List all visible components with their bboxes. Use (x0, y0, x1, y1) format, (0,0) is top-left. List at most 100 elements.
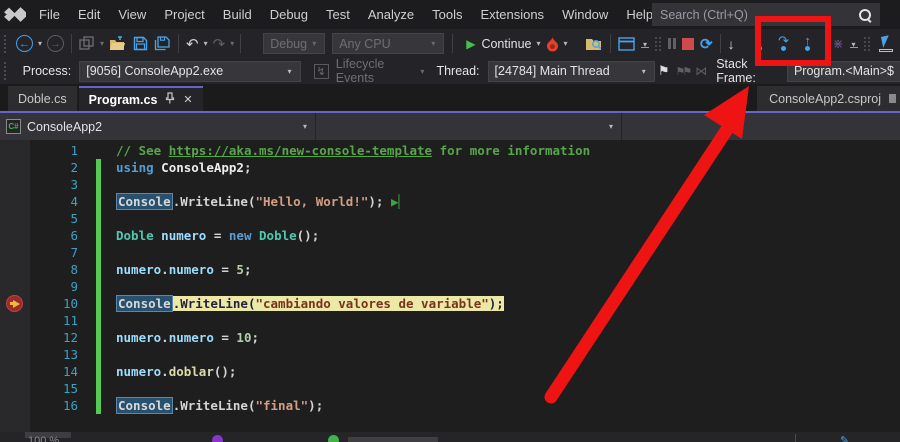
platform-caret-icon: ▾ (429, 39, 437, 48)
menu-test[interactable]: Test (317, 2, 359, 27)
save-all-button[interactable] (151, 31, 174, 57)
stack-frame-dropdown[interactable]: Program.<Main>$ (787, 61, 900, 82)
tab-doble-cs[interactable]: Doble.cs (8, 86, 77, 111)
code-text[interactable]: Console.WriteLine("Hello, World!"); ▶▏ (116, 193, 406, 210)
code-line[interactable]: 15 (0, 380, 900, 397)
code-line[interactable]: 16Console.WriteLine("final"); (0, 397, 900, 414)
solution-config-dropdown[interactable]: Debug ▾ (263, 33, 325, 54)
code-line[interactable]: 4Console.WriteLine("Hello, World!"); ▶▏ (0, 193, 900, 210)
code-line[interactable]: 11 (0, 312, 900, 329)
code-line[interactable]: 13 (0, 346, 900, 363)
code-text[interactable]: Console.WriteLine("final"); (116, 397, 323, 414)
menu-debug[interactable]: Debug (261, 2, 317, 27)
toolbar-grip[interactable] (4, 35, 9, 53)
menu-tools[interactable]: Tools (423, 2, 471, 27)
show-threads-button[interactable]: ⋇ (830, 31, 847, 57)
code-line[interactable]: 10Console.WriteLine("cambiando valores d… (0, 295, 900, 312)
code-line[interactable]: 12numero.numero = 10; (0, 329, 900, 346)
code-text[interactable]: numero.numero = 10; (116, 329, 259, 346)
menu-analyze[interactable]: Analyze (359, 2, 423, 27)
step-out-button[interactable]: ↑ (796, 31, 820, 57)
toolbar-overflow-button[interactable]: ▾ (638, 31, 652, 57)
type-dropdown[interactable]: ▾ (316, 113, 622, 140)
code-line[interactable]: 7 (0, 244, 900, 261)
undo-button[interactable]: ↶ (183, 31, 202, 57)
redo-button[interactable]: ↷ (210, 31, 229, 57)
menu-project[interactable]: Project (155, 2, 213, 27)
show-next-statement-button[interactable]: ↓ (725, 31, 738, 57)
menu-edit[interactable]: Edit (69, 2, 109, 27)
toolbar-overflow-button[interactable]: ▾ (847, 31, 861, 57)
continue-dropdown-caret-icon[interactable]: ▾ (535, 39, 543, 48)
step-into-button[interactable]: ↓ (748, 31, 772, 57)
thread-dropdown[interactable]: [24784] Main Thread ▾ (488, 61, 655, 82)
lifecycle-events-button[interactable]: ↯ (311, 58, 332, 84)
navigate-forward-button[interactable]: → (44, 31, 67, 57)
continue-button[interactable]: ▶ Continue (463, 31, 534, 57)
code-line[interactable]: 6Doble numero = new Doble(); (0, 227, 900, 244)
open-file-button[interactable] (106, 31, 130, 57)
code-line[interactable]: 14numero.doblar(); (0, 363, 900, 380)
code-line[interactable]: 3 (0, 176, 900, 193)
menu-view[interactable]: View (109, 2, 155, 27)
hot-reload-button[interactable] (543, 31, 562, 57)
toolbar-grip[interactable] (654, 36, 663, 52)
toolbar-grip[interactable] (863, 36, 872, 52)
code-text[interactable]: // See https://aka.ms/new-console-templa… (116, 142, 590, 159)
platform-dropdown[interactable]: Any CPU ▾ (332, 33, 444, 54)
token-plnb: ConsoleApp2 (161, 160, 244, 175)
new-project-dropdown-caret-icon[interactable]: ▾ (98, 39, 106, 48)
menu-file[interactable]: File (30, 2, 69, 27)
tab-consoleapp2-csproj[interactable]: ConsoleApp2.csproj (757, 86, 900, 111)
code-line[interactable]: 1// See https://aka.ms/new-console-templ… (0, 142, 900, 159)
line-number: 7 (0, 244, 88, 261)
break-all-button[interactable] (665, 31, 679, 57)
purple-status-icon[interactable] (212, 435, 223, 442)
new-project-button[interactable] (76, 31, 98, 57)
toggle-current-thread-button[interactable]: ⋈ (692, 58, 710, 84)
stop-debugging-button[interactable] (679, 31, 697, 57)
search-icon[interactable] (858, 8, 872, 22)
project-dropdown[interactable]: C# ConsoleApp2 ▾ (0, 113, 316, 140)
code-text[interactable]: numero.numero = 5; (116, 261, 251, 278)
stop-icon (682, 38, 694, 50)
find-in-files-button[interactable] (582, 31, 606, 57)
save-button[interactable] (130, 31, 151, 57)
close-icon[interactable]: ✕ (183, 93, 192, 106)
navigate-back-button[interactable]: ← (13, 31, 36, 57)
restart-button[interactable]: ⟳ (697, 31, 716, 57)
zoom-control[interactable]: 100 % (28, 435, 59, 442)
breakpoints-window-button[interactable] (615, 31, 638, 57)
redo-dropdown-caret-icon[interactable]: ▾ (228, 39, 236, 48)
code-text[interactable]: using ConsoleApp2; (116, 159, 252, 176)
code-text[interactable]: Console.WriteLine("cambiando valores de … (116, 295, 504, 312)
code-text[interactable]: Doble numero = new Doble(); (116, 227, 319, 244)
hot-reload-dropdown-caret-icon[interactable]: ▾ (562, 39, 570, 48)
code-text[interactable]: numero.doblar(); (116, 363, 236, 380)
tab-program-cs[interactable]: Program.cs ✕ (79, 86, 203, 111)
lifecycle-caret-icon[interactable]: ▾ (418, 67, 426, 76)
process-dropdown[interactable]: [9056] ConsoleApp2.exe ▾ (79, 61, 300, 82)
status-divider (795, 434, 796, 442)
flag-thread-button[interactable]: ⚑ (655, 58, 673, 84)
current-statement-breakpoint-icon[interactable] (6, 295, 23, 312)
menu-window[interactable]: Window (553, 2, 617, 27)
health-status-icon[interactable] (328, 435, 339, 442)
code-editor[interactable]: 1// See https://aka.ms/new-console-templ… (0, 140, 900, 432)
back-dropdown-caret-icon[interactable]: ▾ (36, 39, 44, 48)
edit-pencil-icon[interactable]: ✎ (840, 434, 849, 442)
member-dropdown[interactable] (622, 113, 900, 140)
pin-icon[interactable] (165, 92, 175, 107)
code-line[interactable]: 8numero.numero = 5; (0, 261, 900, 278)
code-line[interactable]: 9 (0, 278, 900, 295)
step-over-button[interactable]: ↷ (772, 31, 796, 57)
code-line[interactable]: 5 (0, 210, 900, 227)
code-line[interactable]: 2using ConsoleApp2; (0, 159, 900, 176)
menu-build[interactable]: Build (214, 2, 261, 27)
toolbar-grip[interactable] (4, 62, 9, 80)
run-to-click-button[interactable] (874, 31, 898, 57)
show-flagged-threads-button[interactable]: ⚑⚑ (672, 58, 692, 84)
menu-extensions[interactable]: Extensions (471, 2, 553, 27)
search-input[interactable]: Search (Ctrl+Q) (652, 3, 880, 26)
undo-dropdown-caret-icon[interactable]: ▾ (202, 39, 210, 48)
